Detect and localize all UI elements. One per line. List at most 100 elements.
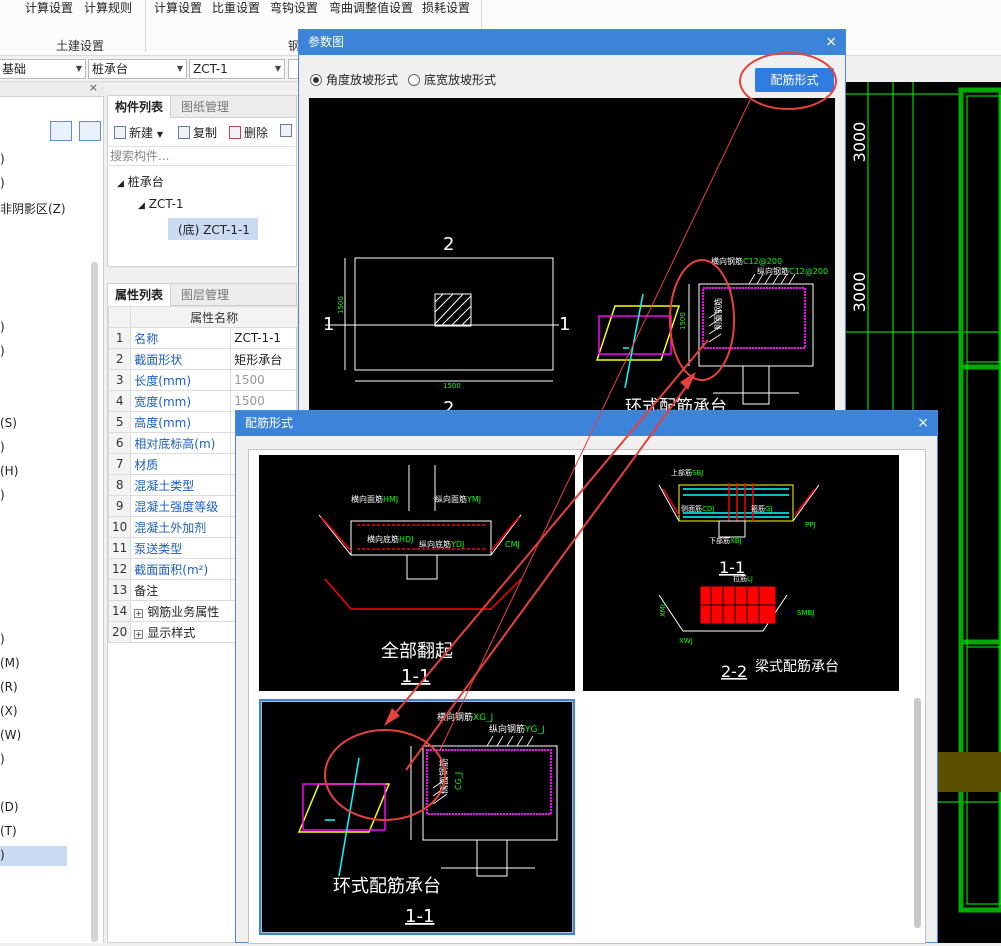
ribbon-calc-settings-2[interactable]: 计算设置 bbox=[154, 0, 202, 16]
tree-item[interactable]: ) bbox=[0, 848, 5, 862]
rebar-label: 横向面筋HMJ bbox=[351, 494, 398, 504]
row-index: 13 bbox=[107, 579, 132, 601]
section-label: 1-1 bbox=[719, 558, 745, 577]
dialog-title-bar[interactable]: 配筋形式 × bbox=[236, 411, 937, 436]
row-index: 8 bbox=[107, 474, 132, 496]
more-tools-icon[interactable] bbox=[280, 124, 295, 138]
panel-header: × bbox=[0, 81, 104, 97]
tree-item[interactable]: (T) bbox=[0, 824, 17, 838]
dimension-label: 3000 bbox=[850, 272, 869, 313]
radio-angle-slope[interactable]: 角度放坡形式 bbox=[310, 71, 398, 88]
component-type-select[interactable]: 桩承台 ▼ bbox=[88, 59, 187, 79]
tree-root[interactable]: ◢ 桩承台 bbox=[117, 173, 164, 190]
property-value[interactable]: 1500 bbox=[230, 390, 298, 412]
tab-component-list[interactable]: 构件列表 bbox=[108, 96, 172, 118]
radio-unselected-icon bbox=[408, 74, 420, 86]
scrollbar[interactable] bbox=[91, 262, 98, 942]
component-select[interactable]: ZCT-1 ▼ bbox=[189, 59, 285, 79]
rebar-form-option-all-bent[interactable]: 横向面筋HMJ 纵向面筋YMJ 横向底筋HDJ 纵向底筋YDJ CMJ 全部翻起… bbox=[259, 455, 575, 691]
rebar-label-name: 纵向面筋 bbox=[435, 494, 467, 504]
rebar-form-button[interactable]: 配筋形式 bbox=[755, 68, 834, 92]
ribbon-bend-adjust-settings[interactable]: 弯曲调整值设置 bbox=[329, 0, 413, 16]
table-row[interactable]: 3 长度(mm) 1500 bbox=[107, 369, 298, 391]
floor-type-value: 基础 bbox=[2, 62, 27, 76]
tree-item[interactable]: (W) bbox=[0, 728, 21, 742]
tree-item[interactable]: ) bbox=[0, 344, 5, 358]
close-icon[interactable]: × bbox=[89, 81, 98, 94]
section-marker: 2 bbox=[443, 234, 454, 255]
row-index: 2 bbox=[107, 348, 132, 370]
rebar-form-option-beam[interactable]: 上部筋SBJ 侧面筋CDJ 箍筋GJ 下部筋XBJ PPJ 拉筋LJ SMBJ … bbox=[583, 455, 899, 691]
tab-layer-management[interactable]: 图层管理 bbox=[174, 284, 236, 306]
tree-child[interactable]: ◢ ZCT-1 bbox=[138, 197, 184, 211]
close-icon[interactable]: × bbox=[917, 411, 929, 436]
ribbon-weight-settings[interactable]: 比重设置 bbox=[212, 0, 260, 16]
new-icon bbox=[114, 126, 126, 139]
tree-item[interactable]: ) bbox=[0, 320, 5, 334]
floor-type-select[interactable]: 基础 ▼ bbox=[0, 59, 86, 79]
scrollbar[interactable] bbox=[914, 698, 921, 928]
tree-item[interactable]: (D) bbox=[0, 800, 19, 814]
row-index: 6 bbox=[107, 432, 132, 454]
section-label: 1-1 bbox=[401, 666, 430, 687]
dimension-label: 1500 bbox=[337, 296, 345, 314]
chevron-down-icon: ▼ bbox=[75, 64, 82, 73]
component-tabs: 构件列表 图纸管理 bbox=[108, 96, 296, 118]
dialog-title-bar[interactable]: 参数图 × bbox=[299, 30, 845, 55]
ribbon-loss-settings[interactable]: 损耗设置 bbox=[422, 0, 470, 16]
rebar-label-name: 侧面筋 bbox=[681, 504, 702, 513]
expand-icon[interactable]: + bbox=[134, 629, 144, 639]
list-view-icon[interactable] bbox=[50, 121, 72, 141]
table-row[interactable]: 4 宽度(mm) 1500 bbox=[107, 390, 298, 412]
rebar-label-value: C12@200 bbox=[789, 267, 828, 276]
delete-button-label: 删除 bbox=[244, 126, 269, 140]
table-row[interactable]: 2 截面形状 矩形承台 bbox=[107, 348, 298, 370]
ribbon-calc-rules[interactable]: 计算规则 bbox=[84, 0, 132, 16]
radio-label: 角度放坡形式 bbox=[326, 73, 399, 87]
property-value[interactable]: ZCT-1-1 bbox=[230, 327, 298, 349]
property-name: 长度(mm) bbox=[130, 369, 232, 391]
table-row[interactable]: 1 名称 ZCT-1-1 bbox=[107, 327, 298, 349]
rebar-label-code: LJ bbox=[747, 575, 753, 583]
property-value[interactable]: 1500 bbox=[230, 369, 298, 391]
copy-button[interactable]: 复制 bbox=[178, 124, 217, 141]
row-index: 12 bbox=[107, 558, 132, 580]
row-index: 20 bbox=[107, 621, 132, 643]
tree-item[interactable]: ) bbox=[0, 752, 5, 766]
rebar-option-diagram: 横向面筋HMJ 纵向面筋YMJ 横向底筋HDJ 纵向底筋YDJ CMJ 全部翻起… bbox=[318, 465, 522, 687]
tree-item[interactable]: ) bbox=[0, 632, 5, 646]
ribbon-calc-settings-1[interactable]: 计算设置 bbox=[25, 0, 73, 16]
delete-button[interactable]: 删除 bbox=[229, 124, 268, 141]
tree-item[interactable]: 非阴影区(Z) bbox=[0, 200, 66, 217]
rebar-label: 纵向底筋YDJ bbox=[419, 539, 464, 549]
side-rebar-label: 侧面钢筋 bbox=[713, 298, 723, 330]
rebar-form-option-ring[interactable]: 横向钢筋XG_J 纵向钢筋YG_J 侧面钢筋 CG_J 环式配筋承台 1-1 bbox=[259, 699, 575, 935]
rebar-label: 横向钢筋C12@200 bbox=[711, 256, 782, 266]
close-icon[interactable]: × bbox=[825, 30, 837, 55]
grid-view-icon[interactable] bbox=[79, 121, 101, 141]
section-label: 1-1 bbox=[405, 906, 434, 927]
tree-item[interactable]: (X) bbox=[0, 704, 18, 718]
expand-icon[interactable]: + bbox=[134, 608, 144, 618]
tree-item[interactable]: (H) bbox=[0, 464, 18, 478]
tree-item[interactable]: ) bbox=[0, 488, 5, 502]
new-button[interactable]: 新建 ▼ bbox=[114, 124, 163, 141]
tab-property-list[interactable]: 属性列表 bbox=[108, 284, 172, 306]
tree-item[interactable]: (M) bbox=[0, 656, 20, 670]
rebar-label-name: 下部筋 bbox=[709, 536, 730, 545]
radio-bottom-width-slope[interactable]: 底宽放坡形式 bbox=[408, 71, 496, 88]
ribbon-hook-settings[interactable]: 弯钩设置 bbox=[270, 0, 318, 16]
search-input[interactable]: 搜索构件... bbox=[108, 146, 296, 166]
rebar-label: XWJ bbox=[679, 637, 693, 645]
tree-item[interactable]: ) bbox=[0, 176, 5, 190]
property-value[interactable]: 矩形承台 bbox=[230, 348, 298, 370]
tree-item[interactable]: ) bbox=[0, 152, 5, 166]
tree-item[interactable]: (S) bbox=[0, 416, 17, 430]
tree-item[interactable]: (R) bbox=[0, 680, 18, 694]
tree-item[interactable]: ) bbox=[0, 440, 5, 454]
section-marker: 1 bbox=[559, 314, 570, 335]
property-name: 相对底标高(m) bbox=[130, 432, 232, 454]
tree-leaf-selected[interactable]: (底) ZCT-1-1 bbox=[178, 221, 250, 238]
tab-drawing-management[interactable]: 图纸管理 bbox=[174, 96, 236, 118]
row-index: 1 bbox=[107, 327, 132, 349]
